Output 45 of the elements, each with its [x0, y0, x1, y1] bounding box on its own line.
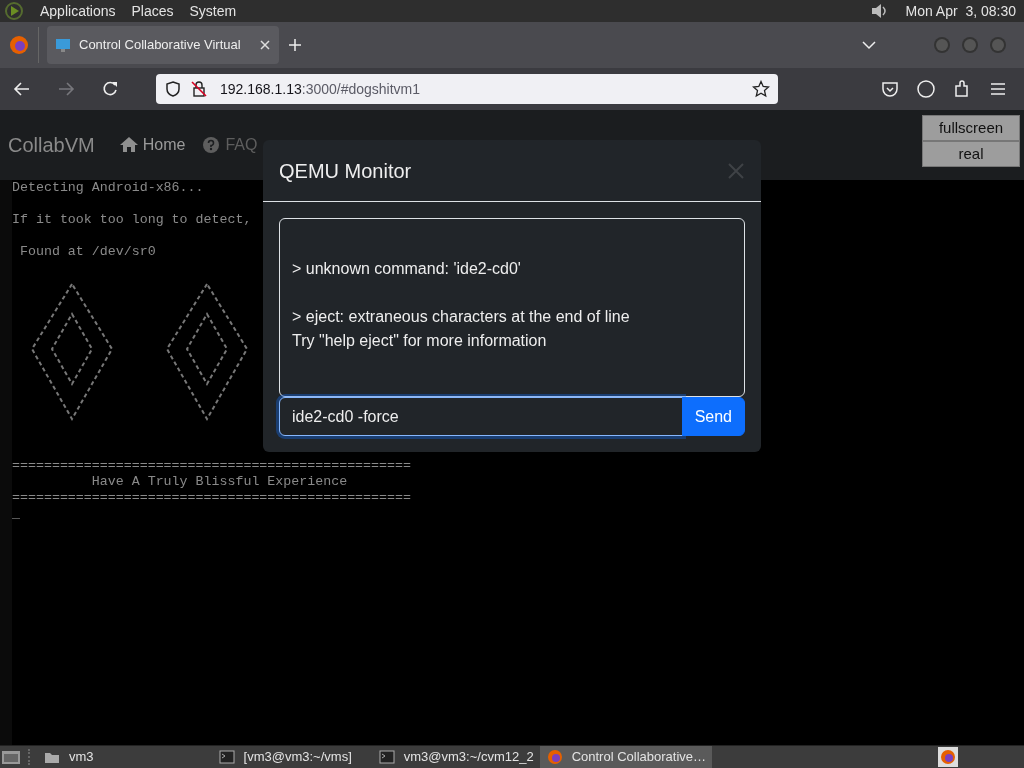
faq-icon	[201, 135, 222, 155]
console-line: ==================================================	[12, 490, 411, 505]
taskbar-button[interactable]: Control Collaborative…	[539, 746, 713, 768]
insecure-lock-icon[interactable]	[190, 80, 208, 98]
menu-item[interactable]: System	[189, 0, 237, 22]
send-button[interactable]: Send	[681, 397, 745, 436]
browser-icon	[545, 748, 564, 766]
dialog-title: QEMU Monitor	[279, 158, 412, 184]
monitor-icon	[55, 37, 71, 53]
output-line: > eject: extraneous characters at the end of line	[292, 307, 631, 327]
console-line: Detecting Android-x86...	[12, 180, 204, 195]
console-line: Found at /dev/sr0	[18, 244, 156, 259]
browser-tab[interactable]: Control Collaborative Virtual	[47, 26, 279, 64]
plus-icon[interactable]	[287, 37, 303, 53]
output-field[interactable]: > unknown command: 'ide2-cd0' > eject: extraneous characters at the end of line Try "help eject" for more information	[279, 218, 745, 397]
clock-text[interactable]: Mon Apr 3, 08:30	[905, 0, 1020, 22]
output-line: Try "help eject" for more information	[292, 331, 548, 351]
view-mode-button[interactable]: real	[922, 141, 1020, 167]
account-icon[interactable]	[916, 79, 936, 99]
console-line: Have A Truly Blissful Experience	[90, 474, 348, 489]
firefox-icon[interactable]	[8, 34, 30, 56]
view-mode-button[interactable]: fullscreen	[922, 115, 1020, 141]
firefox-icon[interactable]	[938, 747, 958, 767]
menu-item[interactable]: Applications	[40, 0, 116, 22]
console-line: ==================================================	[12, 458, 411, 473]
address-bar[interactable]: 192.168.1.13:3000/#dogshitvm1	[156, 74, 778, 104]
taskbar-button[interactable]: vm3	[37, 746, 100, 768]
star-icon[interactable]	[752, 80, 770, 98]
text-cursor: _	[12, 506, 20, 521]
url-text: 192.168.1.13:3000/#dogshitvm1	[220, 79, 422, 99]
output-line: > unknown command: 'ide2-cd0'	[292, 259, 522, 279]
tab-title: Control Collaborative Virtual	[79, 36, 242, 55]
site-brand[interactable]: CollabVM	[8, 130, 95, 160]
shield-icon[interactable]	[164, 80, 182, 98]
taskbar-button[interactable]: [vm3@vm3:~/vms]	[211, 746, 358, 768]
menu-item[interactable]: Places	[131, 0, 174, 22]
command-input[interactable]: ide2-cd0 -force	[279, 397, 683, 436]
chevron-down-icon[interactable]	[862, 40, 876, 50]
logo-icon[interactable]	[4, 1, 24, 21]
nav-link[interactable]: Home	[118, 133, 186, 157]
pocket-icon[interactable]	[880, 79, 900, 99]
home-icon	[118, 135, 139, 155]
console-line: If it took too long to detect,	[12, 212, 252, 227]
show-desktop-icon[interactable]	[0, 748, 22, 766]
taskbar-button[interactable]: vm3@vm3:~/cvm12_2	[371, 746, 540, 768]
